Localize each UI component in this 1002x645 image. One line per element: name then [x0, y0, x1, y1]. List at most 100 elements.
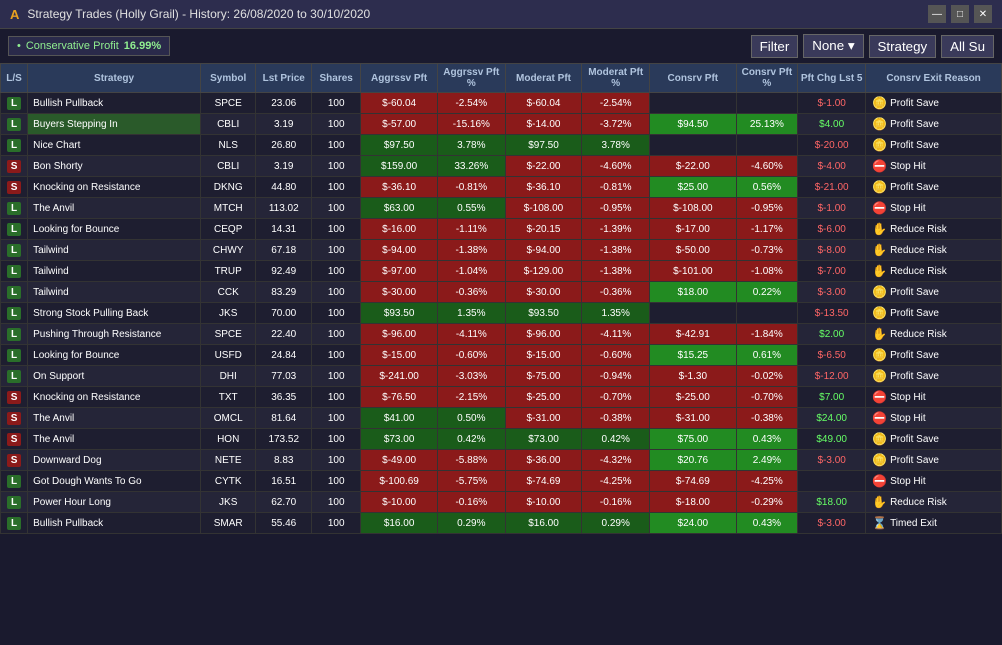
exit-label: Reduce Risk [890, 245, 947, 256]
aggr-pft-cell: $-97.00 [361, 261, 438, 282]
table-row: LNice ChartNLS26.80100$97.503.78%$97.503… [1, 135, 1002, 156]
table-row: SKnocking on ResistanceDKNG44.80100$-36.… [1, 177, 1002, 198]
exit-icon: 🪙 [872, 285, 887, 299]
exit-icon: ⛔ [872, 159, 887, 173]
cons-pft-cell: $-18.00 [650, 492, 736, 513]
filter-button[interactable]: Filter [751, 35, 799, 58]
cons-pft-cell: $-74.69 [650, 471, 736, 492]
strategy-cell: Downward Dog [28, 450, 201, 471]
table-row: LBuyers Stepping InCBLI3.19100$-57.00-15… [1, 114, 1002, 135]
cons-pct-cell: 0.22% [736, 282, 798, 303]
shares-cell: 100 [312, 387, 361, 408]
shares-cell: 100 [312, 408, 361, 429]
maximize-button[interactable]: □ [951, 5, 969, 23]
pft-chg-cell: $-3.00 [798, 282, 866, 303]
cons-pct-cell: 0.43% [736, 513, 798, 534]
table-row: LStrong Stock Pulling BackJKS70.00100$93… [1, 303, 1002, 324]
price-cell: 83.29 [256, 282, 312, 303]
mod-pft-cell: $-30.00 [505, 282, 582, 303]
exit-label: Profit Save [890, 140, 939, 151]
mod-pft-cell: $-60.04 [505, 93, 582, 114]
ls-cell: S [1, 156, 28, 177]
exit-cell: 🪙Profit Save [866, 114, 1002, 135]
minimize-button[interactable]: — [928, 5, 946, 23]
exit-icon: ✋ [872, 495, 887, 509]
ls-badge: L [7, 286, 21, 299]
aggr-pct-cell: 1.35% [437, 303, 505, 324]
ls-badge: L [7, 202, 21, 215]
mod-pft-cell: $-31.00 [505, 408, 582, 429]
mod-pct-cell: -4.25% [582, 471, 650, 492]
cons-pft-cell: $-22.00 [650, 156, 736, 177]
header-symbol: Symbol [200, 64, 256, 93]
shares-cell: 100 [312, 513, 361, 534]
cons-pct-cell: 0.56% [736, 177, 798, 198]
price-cell: 62.70 [256, 492, 312, 513]
price-cell: 24.84 [256, 345, 312, 366]
header-shares: Shares [312, 64, 361, 93]
strategy-cell: Bon Shorty [28, 156, 201, 177]
shares-cell: 100 [312, 93, 361, 114]
pft-chg-cell: $-8.00 [798, 240, 866, 261]
aggr-pft-cell: $-10.00 [361, 492, 438, 513]
aggr-pft-cell: $-30.00 [361, 282, 438, 303]
ls-badge: S [7, 454, 22, 467]
exit-label: Stop Hit [890, 392, 926, 403]
header-modpft: Moderat Pft [505, 64, 582, 93]
pft-chg-cell: $2.00 [798, 324, 866, 345]
conservative-profit-badge: • Conservative Profit 16.99% [8, 36, 170, 56]
aggr-pct-cell: -0.16% [437, 492, 505, 513]
exit-icon: 🪙 [872, 306, 887, 320]
shares-cell: 100 [312, 261, 361, 282]
ls-cell: S [1, 450, 28, 471]
close-button[interactable]: ✕ [974, 5, 992, 23]
pft-chg-cell: $49.00 [798, 429, 866, 450]
pft-chg-cell: $-7.00 [798, 261, 866, 282]
table-row: SKnocking on ResistanceTXT36.35100$-76.5… [1, 387, 1002, 408]
strategy-cell: Power Hour Long [28, 492, 201, 513]
exit-icon: ✋ [872, 222, 887, 236]
aggr-pft-cell: $63.00 [361, 198, 438, 219]
strategy-cell: Tailwind [28, 240, 201, 261]
aggr-pct-cell: -1.38% [437, 240, 505, 261]
exit-label: Reduce Risk [890, 497, 947, 508]
mod-pft-cell: $97.50 [505, 135, 582, 156]
mod-pft-cell: $-36.10 [505, 177, 582, 198]
mod-pft-cell: $-20.15 [505, 219, 582, 240]
ls-cell: S [1, 408, 28, 429]
mod-pft-cell: $16.00 [505, 513, 582, 534]
aggr-pft-cell: $-96.00 [361, 324, 438, 345]
symbol-cell: SPCE [200, 324, 256, 345]
exit-label: Profit Save [890, 350, 939, 361]
cons-pft-cell: $24.00 [650, 513, 736, 534]
shares-cell: 100 [312, 429, 361, 450]
mod-pct-cell: -0.36% [582, 282, 650, 303]
symbol-cell: SMAR [200, 513, 256, 534]
mod-pct-cell: -0.95% [582, 198, 650, 219]
strategy-button[interactable]: Strategy [869, 35, 937, 58]
cons-pct-cell: 25.13% [736, 114, 798, 135]
none-dropdown[interactable]: None ▾ [803, 34, 863, 58]
price-cell: 23.06 [256, 93, 312, 114]
ls-badge: S [7, 160, 22, 173]
shares-cell: 100 [312, 282, 361, 303]
pft-chg-cell: $-12.00 [798, 366, 866, 387]
mod-pft-cell: $-25.00 [505, 387, 582, 408]
aggr-pft-cell: $-15.00 [361, 345, 438, 366]
ls-cell: L [1, 198, 28, 219]
all-su-button[interactable]: All Su [941, 35, 994, 58]
table-row: SDownward DogNETE8.83100$-49.00-5.88%$-3… [1, 450, 1002, 471]
symbol-cell: JKS [200, 492, 256, 513]
ls-cell: L [1, 492, 28, 513]
aggr-pct-cell: 0.55% [437, 198, 505, 219]
symbol-cell: NLS [200, 135, 256, 156]
strategy-cell: The Anvil [28, 429, 201, 450]
price-cell: 44.80 [256, 177, 312, 198]
aggr-pct-cell: 0.29% [437, 513, 505, 534]
aggr-pft-cell: $159.00 [361, 156, 438, 177]
cons-pct-cell [736, 135, 798, 156]
exit-icon: ⛔ [872, 201, 887, 215]
exit-icon: 🪙 [872, 180, 887, 194]
ls-badge: L [7, 223, 21, 236]
table-row: LBullish PullbackSMAR55.46100$16.000.29%… [1, 513, 1002, 534]
